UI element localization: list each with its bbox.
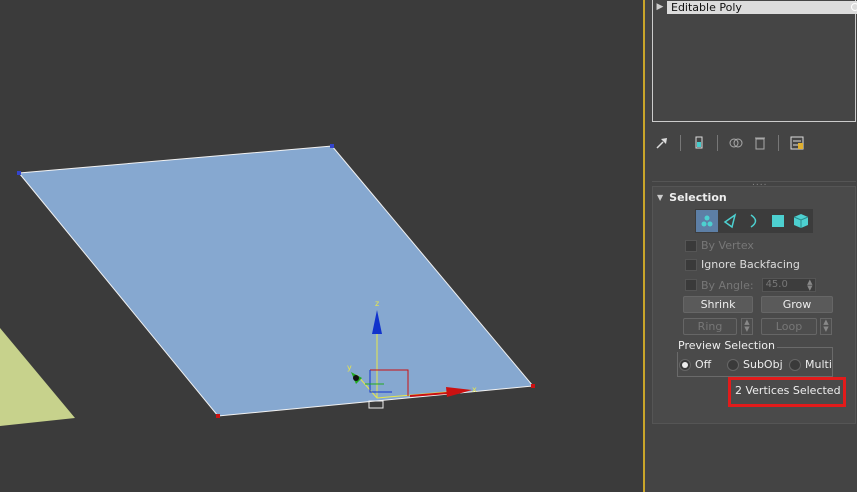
expand-arrow-icon[interactable]: ▶	[653, 2, 667, 12]
panel-divider-line	[652, 181, 856, 182]
configure-modifier-sets-icon[interactable]	[787, 133, 807, 153]
ignore-backfacing-checkbox[interactable]	[685, 258, 697, 271]
edge-level-icon[interactable]	[720, 210, 742, 232]
stack-toolbar	[652, 132, 856, 154]
toolbar-separator	[717, 135, 718, 151]
preview-off-label: Off	[695, 358, 712, 371]
polygon-level-icon[interactable]	[767, 210, 789, 232]
gizmo-y-label: y	[347, 363, 352, 372]
pin-stack-icon[interactable]	[652, 133, 672, 153]
show-end-result-icon[interactable]	[689, 133, 709, 153]
preview-selection-label: Preview Selection	[676, 339, 778, 352]
remove-modifier-icon[interactable]	[750, 133, 770, 153]
subobject-level-toolbar	[695, 209, 813, 233]
make-unique-icon[interactable]	[726, 133, 746, 153]
toolbar-separator	[778, 135, 779, 151]
ignore-backfacing-row: Ignore Backfacing	[685, 258, 800, 271]
preview-multi-radio[interactable]	[789, 358, 801, 371]
by-angle-checkbox[interactable]	[685, 279, 697, 291]
plane-object[interactable]	[18, 145, 534, 417]
stack-item-editable-poly[interactable]: ▶ Editable Poly	[653, 0, 857, 14]
gizmo-x-label: x	[472, 385, 477, 394]
ring-spinner-icon[interactable]: ▲ ▼	[741, 318, 753, 335]
border-level-icon[interactable]	[743, 210, 765, 232]
element-level-icon[interactable]	[790, 210, 812, 232]
toolbar-separator	[680, 135, 681, 151]
ignore-backfacing-label: Ignore Backfacing	[701, 258, 800, 271]
ring-button[interactable]: Ring	[683, 318, 737, 335]
gizmo-z-label: z	[375, 299, 379, 308]
by-angle-label: By Angle:	[701, 278, 754, 292]
preview-multi-label: Multi	[805, 358, 832, 371]
vertex-handle[interactable]	[216, 414, 220, 418]
vertex-handle[interactable]	[531, 384, 535, 388]
rollout-title: Selection	[669, 191, 727, 204]
spinner-arrows-icon[interactable]: ▲ ▼	[807, 279, 812, 292]
vertex-handle[interactable]	[330, 144, 334, 148]
by-vertex-label: By Vertex	[701, 239, 754, 252]
loop-spinner-icon[interactable]: ▲ ▼	[820, 318, 832, 335]
modifier-stack-list[interactable]: ▶ Editable Poly	[652, 0, 857, 122]
by-vertex-checkbox[interactable]	[685, 239, 697, 252]
yellow-object	[0, 328, 75, 426]
preview-subobj-label: SubObj	[743, 358, 783, 371]
preview-off-radio[interactable]	[679, 358, 691, 371]
preview-subobj-option[interactable]: SubObj	[727, 358, 783, 371]
red-highlight-box	[728, 377, 846, 407]
vertex-level-icon[interactable]	[696, 210, 718, 232]
preview-subobj-radio[interactable]	[727, 358, 739, 371]
stack-item-label: Editable Poly	[667, 0, 857, 14]
shrink-button[interactable]: Shrink	[683, 296, 753, 313]
grow-button[interactable]: Grow	[761, 296, 833, 313]
by-angle-spinner[interactable]: 45.0 ▲ ▼	[761, 278, 816, 292]
viewport-scene: z x y	[0, 144, 535, 426]
collapse-arrow-icon[interactable]: ▼	[657, 193, 663, 202]
by-angle-row: By Angle: 45.0 ▲ ▼	[685, 278, 816, 292]
vertex-handle[interactable]	[17, 171, 21, 175]
rollout-header[interactable]: ▼ Selection	[657, 191, 727, 204]
preview-off-option[interactable]: Off	[679, 358, 711, 371]
by-angle-value: 45.0	[765, 279, 788, 290]
viewport[interactable]: z x y	[0, 0, 643, 492]
preview-multi-option[interactable]: Multi	[789, 358, 832, 371]
loop-button[interactable]: Loop	[761, 318, 817, 335]
by-vertex-row: By Vertex	[685, 239, 754, 252]
light-bulb-icon[interactable]	[851, 3, 857, 11]
